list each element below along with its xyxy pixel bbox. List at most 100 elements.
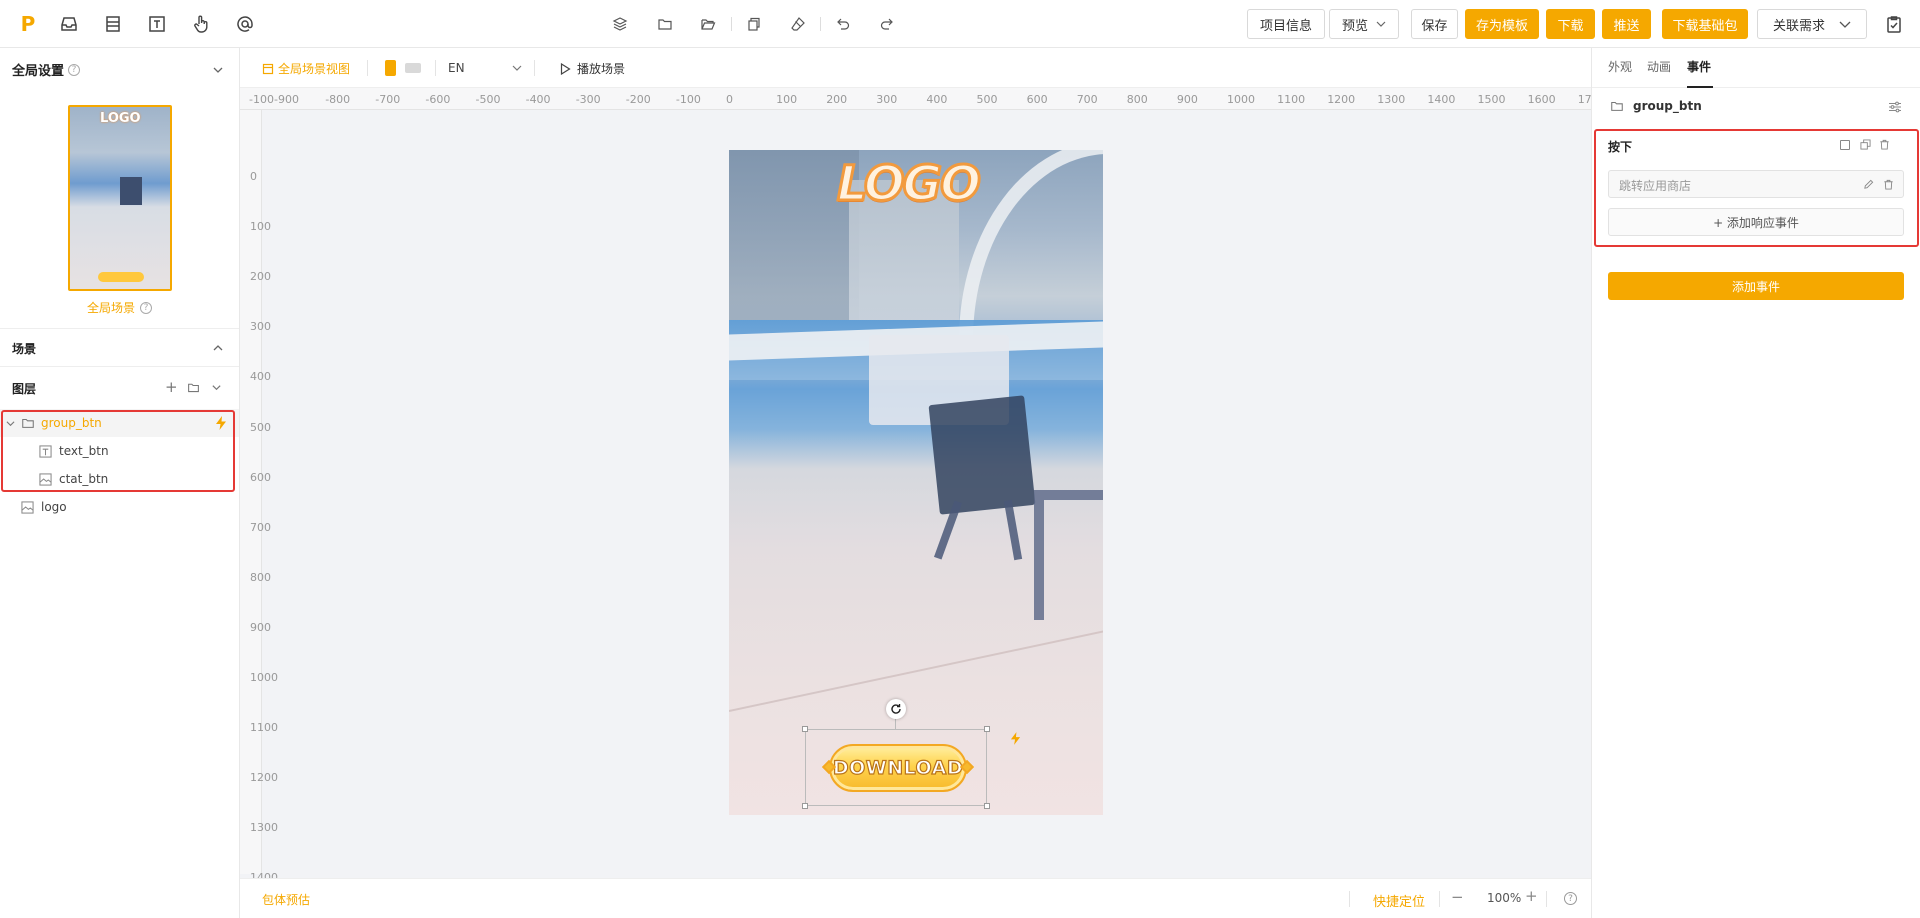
app-logo[interactable]: P (16, 12, 40, 36)
clipboard-check-icon[interactable] (1883, 13, 1905, 35)
ruler-tick-label: 1200 (1327, 93, 1356, 106)
global-scene-label[interactable]: 全局场景 ? (87, 299, 153, 316)
play-icon (560, 62, 571, 75)
chevron-down-icon[interactable] (212, 64, 224, 76)
highlight-box (1, 410, 235, 492)
redo-icon[interactable] (876, 13, 898, 35)
global-view-toggle[interactable]: 全局场景视图 (262, 60, 350, 77)
ruler-tick-label: 200 (250, 270, 271, 284)
download-cta-label: DOWNLOAD (832, 756, 964, 779)
ruler-tick-label: 400 (250, 370, 271, 384)
play-scene-button[interactable]: 播放场景 (560, 60, 625, 77)
resize-handle[interactable] (802, 726, 808, 732)
ruler-tick-label: -700 (375, 93, 401, 106)
help-icon[interactable]: ? (1564, 892, 1577, 905)
chevron-up-icon[interactable] (212, 342, 224, 354)
color-swatch-gray[interactable] (405, 63, 421, 73)
property-tabs: 外观 动画 事件 (1592, 48, 1920, 88)
floor-line (729, 622, 1103, 712)
at-icon[interactable] (234, 13, 256, 35)
sign-board (928, 395, 1036, 515)
resize-handle[interactable] (802, 803, 808, 809)
ruler-tick-label: 900 (1176, 93, 1198, 106)
ruler-tick-label: 300 (876, 93, 898, 106)
ruler-tick-label: 1200 (250, 771, 278, 785)
layers-icon[interactable] (609, 13, 631, 35)
chevron-down-icon (1376, 21, 1386, 27)
ruler-tick-label: 1000 (250, 671, 278, 684)
ruler-tick-label: 1100 (1277, 93, 1306, 106)
ruler-tick-label: -100 (675, 93, 701, 106)
link-requirement-dropdown[interactable]: 关联需求 (1757, 9, 1867, 39)
chevron-down-icon[interactable] (211, 382, 222, 393)
ruler-tick-label: -500 (475, 93, 501, 106)
resize-handle[interactable] (984, 726, 990, 732)
ruler-tick-label: 0 (726, 93, 733, 106)
divider (731, 17, 732, 31)
preview-dropdown[interactable]: 预览 (1329, 9, 1399, 39)
global-settings-title: 全局设置 (12, 64, 65, 79)
tab-animation[interactable]: 动画 (1647, 58, 1671, 75)
divider (1439, 891, 1440, 907)
divider (0, 366, 239, 367)
ruler-tick-label: 1100 (250, 721, 278, 735)
hand-icon[interactable] (190, 13, 212, 35)
package-estimate-link[interactable]: 包体预估 (262, 891, 310, 908)
ruler-tick-label: 1600 (1527, 93, 1556, 106)
artboard[interactable]: LOGO (729, 150, 1103, 815)
frame-icon (262, 63, 274, 74)
layer-row-logo[interactable]: logo (0, 493, 239, 521)
ruler-tick-label: 1400 (1427, 93, 1456, 106)
folder-open-icon[interactable] (697, 13, 719, 35)
canvas-logo[interactable]: LOGO (836, 155, 983, 214)
ruler-tick-label: 600 (1026, 93, 1048, 106)
add-icon[interactable]: + (165, 378, 178, 396)
undo-icon[interactable] (832, 13, 854, 35)
chair (1034, 490, 1103, 620)
ruler-tick-label: 600 (250, 470, 271, 484)
ruler-tick-label: 1300 (1377, 93, 1406, 106)
eraser-icon[interactable] (787, 13, 809, 35)
settings-sliders-icon[interactable] (1888, 100, 1902, 114)
layout-icon[interactable] (102, 13, 124, 35)
ruler-tick-label: 400 (926, 93, 948, 106)
quick-locate-link[interactable]: 快捷定位 (1373, 891, 1425, 910)
save-template-button[interactable]: 存为模板 (1465, 9, 1539, 39)
project-info-button[interactable]: 项目信息 (1247, 9, 1325, 39)
rotate-handle-icon[interactable] (886, 699, 906, 719)
global-scene-thumbnail[interactable]: LOGO (68, 105, 172, 291)
download-base-button[interactable]: 下载基础包 (1662, 9, 1748, 39)
push-button[interactable]: 推送 (1602, 9, 1651, 39)
canvas-toolbar: 全局场景视图 EN 播放场景 (240, 48, 1591, 88)
tab-events[interactable]: 事件 (1687, 58, 1711, 75)
tab-appearance[interactable]: 外观 (1608, 58, 1632, 75)
ruler-tick-label: -200 (625, 93, 651, 106)
ruler-tick-label: 700 (250, 520, 271, 534)
highlight-box (1594, 129, 1919, 247)
zoom-out-button[interactable]: − (1451, 888, 1464, 906)
global-scene-text: 全局场景 (87, 301, 136, 315)
resize-handle[interactable] (984, 803, 990, 809)
zoom-in-button[interactable]: + (1525, 887, 1538, 905)
folder-icon[interactable] (187, 381, 200, 394)
help-icon[interactable]: ? (140, 301, 153, 314)
save-button[interactable]: 保存 (1411, 9, 1458, 39)
lightning-icon (1010, 732, 1021, 745)
download-button[interactable]: 下载 (1546, 9, 1595, 39)
preview-label: 预览 (1341, 18, 1368, 34)
chevron-down-icon (512, 65, 522, 71)
add-event-button[interactable]: 添加事件 (1608, 272, 1904, 300)
language-select[interactable]: EN (448, 59, 522, 77)
color-swatch-accent[interactable] (385, 60, 396, 76)
divider (1546, 891, 1547, 907)
ruler-tick-label: 300 (250, 320, 271, 334)
download-cta-button[interactable]: DOWNLOAD (829, 744, 967, 792)
layers-title: 图层 (12, 382, 37, 396)
inbox-icon[interactable] (58, 13, 80, 35)
folder-icon[interactable] (654, 13, 676, 35)
text-icon[interactable] (146, 13, 168, 35)
divider (435, 60, 436, 76)
help-icon[interactable]: ? (68, 63, 81, 76)
copy-icon[interactable] (743, 13, 765, 35)
ruler-tick-label: 500 (250, 420, 271, 434)
